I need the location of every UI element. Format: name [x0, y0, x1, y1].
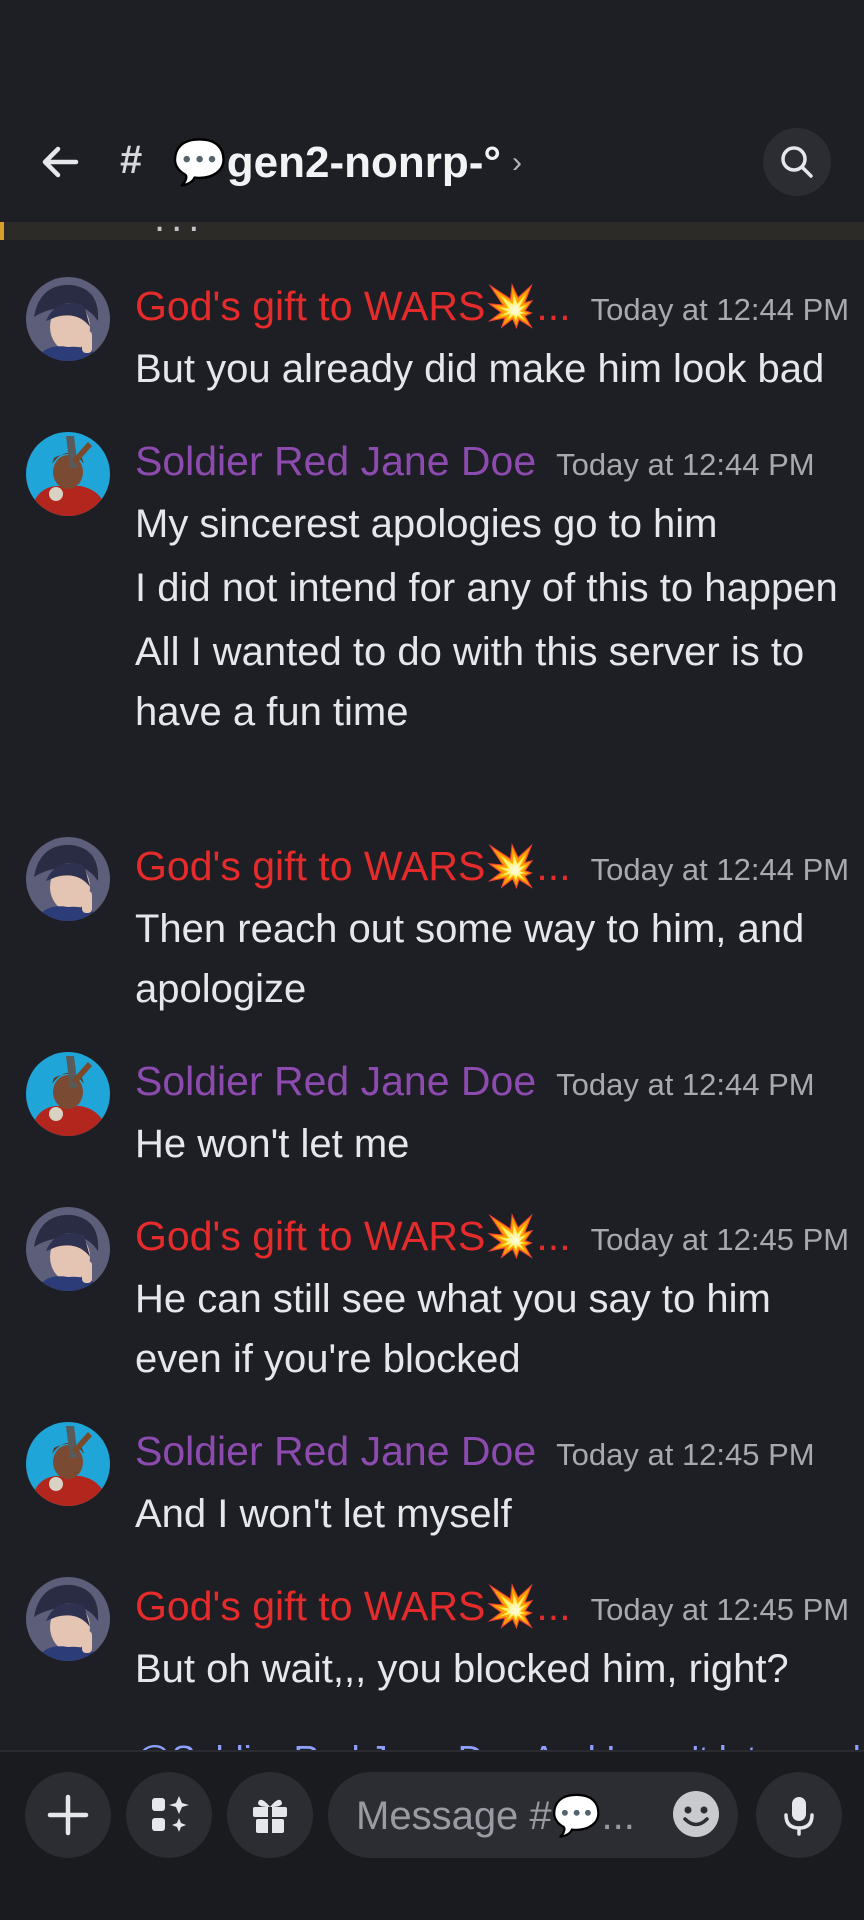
god-gift-avatar-image — [26, 1577, 110, 1661]
soldier-avatar-image — [26, 1422, 110, 1506]
author-name[interactable]: Soldier Red Jane Doe — [135, 438, 536, 485]
soldier-avatar-image — [26, 432, 110, 516]
message-text: But you already did make him look bad — [135, 347, 825, 391]
soldier-avatar-image — [26, 1052, 110, 1136]
message-text: I did not intend for any of this to happ… — [135, 566, 838, 610]
message-timestamp: Today at 12:45 PM — [590, 1592, 850, 1627]
avatar[interactable] — [26, 837, 110, 921]
avatar[interactable] — [26, 432, 110, 516]
author-name[interactable]: God's gift to WARS💥... — [135, 1583, 571, 1631]
message-text: My sincerest apologies go to him — [135, 502, 718, 546]
god-gift-avatar-image — [26, 1207, 110, 1291]
apps-icon — [152, 1796, 189, 1832]
message-timestamp: Today at 12:44 PM — [556, 447, 815, 482]
chevron-right-icon[interactable]: › — [512, 146, 522, 180]
search-button[interactable] — [763, 128, 831, 196]
message-timestamp: Today at 12:45 PM — [590, 1222, 850, 1257]
author-name[interactable]: Soldier Red Jane Doe — [135, 1428, 536, 1475]
reply-preview: @Soldier Red Jane Doe And I won't let my… — [135, 1738, 864, 1750]
message-text: He won't let me — [135, 1122, 410, 1166]
gift-icon — [253, 1799, 287, 1833]
voice-message-button[interactable] — [756, 1772, 842, 1858]
chat-screen: # 💬gen2-nonrp-° › ... God's gift to — [0, 0, 864, 1920]
author-name[interactable]: God's gift to WARS💥... — [135, 283, 571, 331]
mic-icon — [784, 1797, 814, 1836]
avatar[interactable] — [26, 1052, 110, 1136]
message-placeholder: Message #💬... — [356, 1793, 635, 1838]
emoji-button[interactable] — [670, 1788, 722, 1840]
message-timestamp: Today at 12:44 PM — [590, 292, 850, 327]
gift-button[interactable] — [227, 1772, 313, 1858]
message-text: And I won't let myself — [135, 1492, 512, 1536]
back-button[interactable] — [30, 132, 90, 192]
avatar[interactable] — [26, 277, 110, 361]
previous-message-highlight: ... — [0, 222, 864, 240]
avatar[interactable] — [26, 1422, 110, 1506]
avatar[interactable] — [26, 1577, 110, 1661]
message-text: He can still see what you say to him eve… — [135, 1277, 771, 1381]
god-gift-avatar-image — [26, 277, 110, 361]
author-name[interactable]: God's gift to WARS💥... — [135, 843, 571, 891]
back-arrow-icon — [42, 146, 79, 178]
god-gift-avatar-image — [26, 837, 110, 921]
add-attachment-button[interactable] — [25, 1772, 111, 1858]
search-icon — [781, 146, 813, 178]
channel-name[interactable]: 💬gen2-nonrp-° — [172, 136, 501, 188]
message-text: Then reach out some way to him, and apol… — [135, 907, 805, 1011]
emoji-icon — [673, 1791, 719, 1837]
author-name[interactable]: Soldier Red Jane Doe — [135, 1058, 536, 1105]
message-text: But oh wait,,, you blocked him, right? — [135, 1647, 789, 1691]
message-timestamp: Today at 12:45 PM — [556, 1437, 815, 1472]
author-name[interactable]: God's gift to WARS💥... — [135, 1213, 571, 1261]
channel-header: # 💬gen2-nonrp-° › — [0, 0, 864, 222]
plus-icon — [47, 1794, 89, 1836]
message-timestamp: Today at 12:44 PM — [556, 1067, 815, 1102]
message-timestamp: Today at 12:44 PM — [590, 852, 850, 887]
message-text: All I wanted to do with this server is t… — [135, 630, 805, 734]
message-composer: Message #💬... — [0, 1750, 864, 1920]
avatar[interactable] — [26, 1207, 110, 1291]
apps-button[interactable] — [126, 1772, 212, 1858]
channel-hash-icon: # — [120, 138, 143, 182]
